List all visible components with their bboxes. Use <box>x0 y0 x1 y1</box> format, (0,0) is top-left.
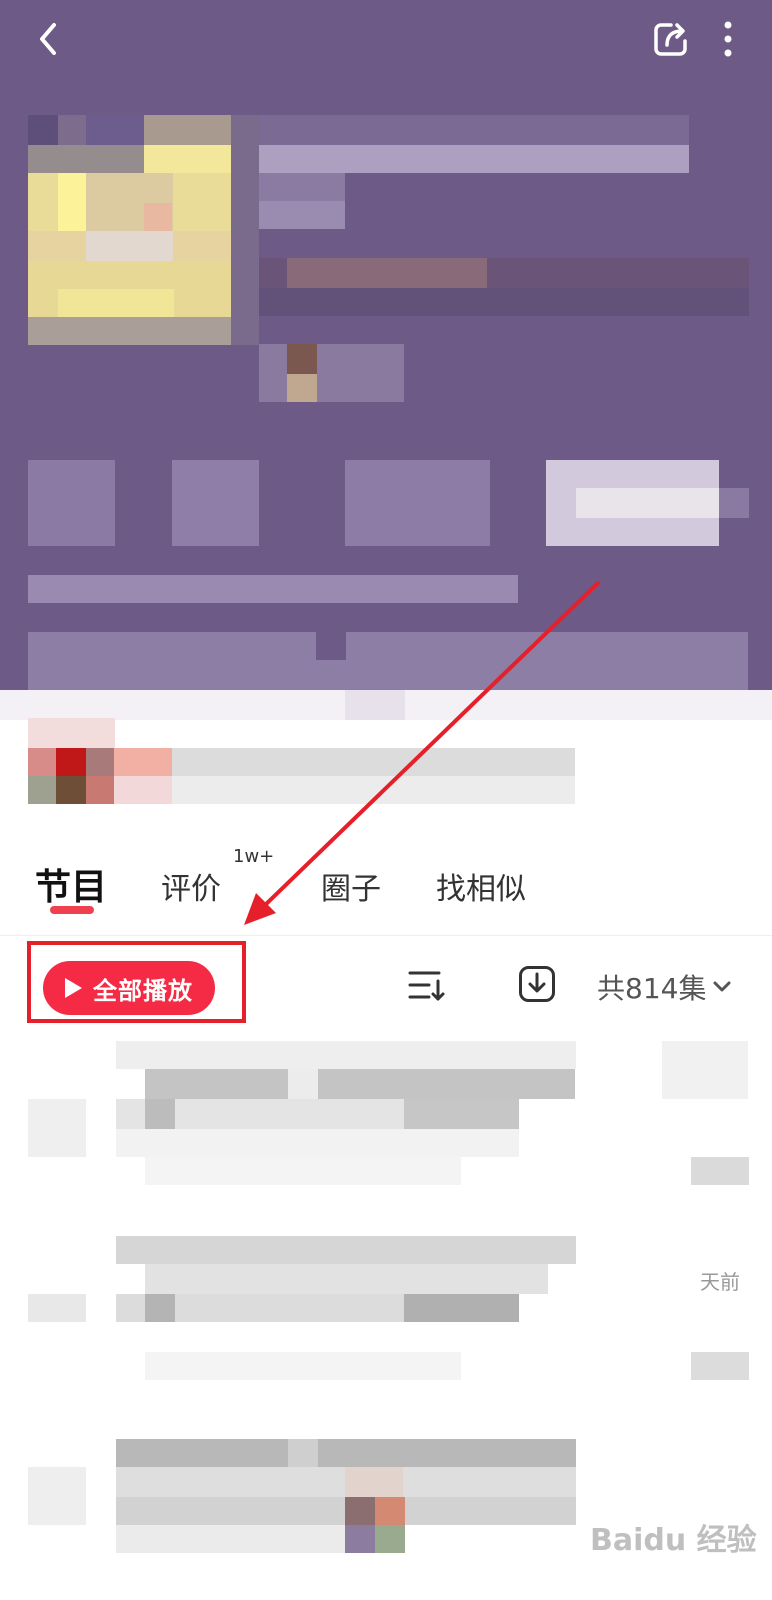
album-description <box>28 575 518 603</box>
play-icon <box>65 978 82 998</box>
host-row[interactable] <box>28 718 748 808</box>
review-count-badge: 1w+ <box>233 846 275 867</box>
tab-active-indicator <box>50 906 94 914</box>
tab-reviews[interactable]: 评价 <box>161 864 221 908</box>
episode-time-label: 天前 <box>700 1270 740 1294</box>
download-button[interactable] <box>512 951 562 1017</box>
sort-button[interactable] <box>402 953 452 1019</box>
play-all-button[interactable]: 全部播放 <box>43 961 215 1015</box>
tab-circle[interactable]: 圈子 <box>321 864 381 908</box>
share-button[interactable] <box>646 14 696 64</box>
play-all-label: 全部播放 <box>93 976 193 1005</box>
episode-toolbar: 全部播放 共814集 <box>0 937 772 1041</box>
list-item[interactable] <box>0 1041 772 1221</box>
stat-item-3 <box>345 460 490 546</box>
album-cover[interactable] <box>28 115 231 345</box>
album-title <box>259 145 689 173</box>
list-item[interactable] <box>0 1236 772 1416</box>
back-button[interactable] <box>22 14 72 64</box>
share-icon <box>654 23 687 56</box>
tab-episodes[interactable]: 节目 <box>35 858 107 910</box>
stat-item-2 <box>172 460 259 546</box>
download-icon <box>519 966 555 1002</box>
chevron-left-icon <box>40 23 56 55</box>
more-vertical-icon <box>724 21 732 57</box>
watermark-logo: Baidu 经验 <box>590 1523 757 1558</box>
album-header <box>0 0 772 705</box>
more-button[interactable] <box>708 14 748 64</box>
episode-count-selector[interactable]: 共814集 <box>597 967 732 1007</box>
tab-similar[interactable]: 找相似 <box>436 864 526 908</box>
stat-item-1 <box>28 460 115 546</box>
chevron-down-icon <box>713 981 731 992</box>
sort-icon <box>408 971 445 1001</box>
episode-count-label: 共814集 <box>597 972 707 1005</box>
tab-bar: 节目 评价 1w+ 圈子 找相似 <box>0 840 772 936</box>
